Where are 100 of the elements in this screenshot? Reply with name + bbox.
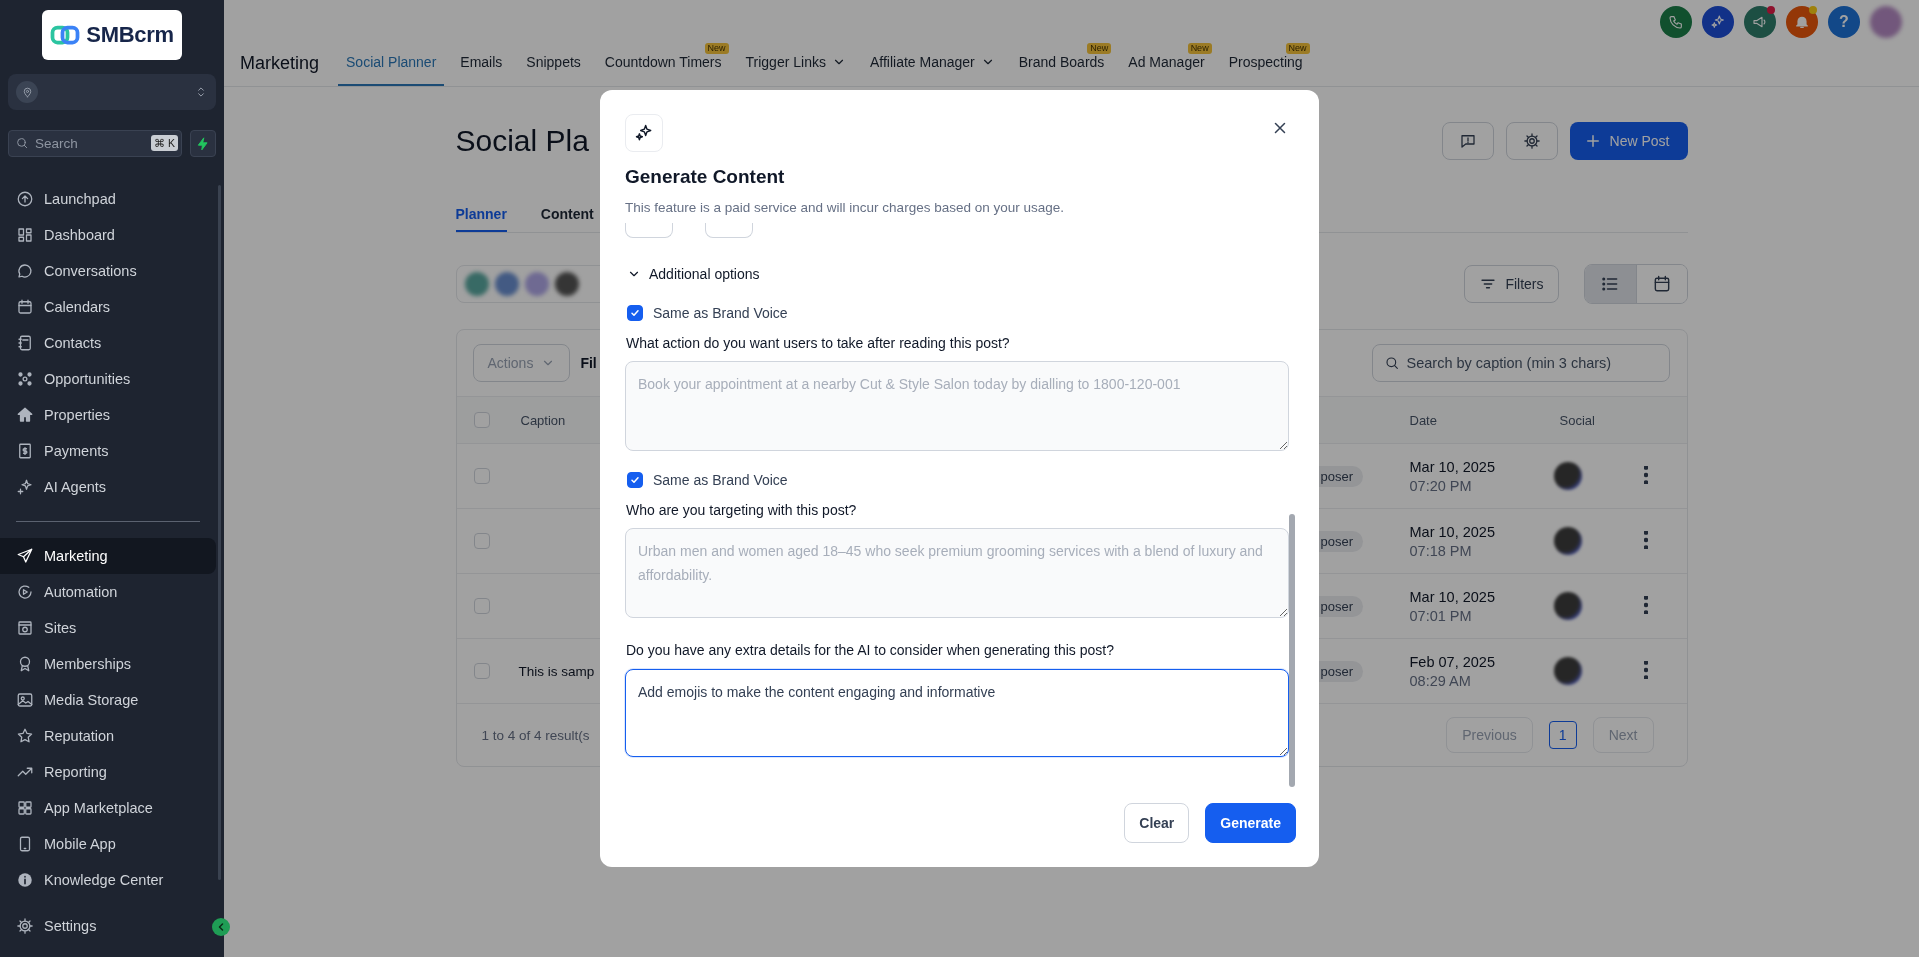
checkbox[interactable]	[627, 305, 643, 321]
nav-tab[interactable]: Affiliate Manager	[861, 40, 1003, 86]
kebab-icon	[1643, 465, 1648, 484]
question-label: Do you have any extra details for the AI to consider when generating this post?	[625, 641, 1115, 660]
play-circle-icon	[16, 583, 34, 601]
date-text: Mar 10, 2025	[1409, 588, 1496, 605]
scrollbar[interactable]	[218, 185, 221, 880]
avatar	[464, 272, 489, 296]
more-button[interactable]	[1643, 660, 1648, 682]
sidebar-item[interactable]: Knowledge Center	[0, 862, 216, 898]
paper-plane-icon	[16, 547, 34, 565]
time-text: 08:29 AM	[1409, 672, 1472, 689]
time-text: 07:01 PM	[1409, 607, 1473, 624]
announcements-button[interactable]	[1744, 6, 1776, 38]
generate-button[interactable]: Generate	[1205, 803, 1296, 843]
avatar	[1553, 527, 1582, 555]
view-toggle[interactable]	[1584, 265, 1636, 303]
sidebar-item[interactable]: Automation	[0, 574, 216, 610]
avatar	[494, 272, 519, 296]
browser-window-icon	[16, 619, 34, 637]
dialog-subtitle: This feature is a paid service and will incur charges based on your usage.	[625, 199, 1065, 217]
sidebar-item[interactable]: Settings	[0, 908, 216, 944]
feedback-icon	[1458, 132, 1477, 150]
sidebar-item[interactable]: Reputation	[0, 718, 216, 754]
filters-button[interactable]: Filters	[1464, 265, 1559, 303]
grid-icon	[16, 226, 34, 244]
info-icon	[16, 871, 34, 889]
kebab-icon	[1643, 595, 1648, 614]
sidebar-item[interactable]: Memberships	[0, 646, 216, 682]
column-header: Social	[1559, 412, 1596, 428]
table-cell-text: This is samp	[518, 663, 596, 679]
status-tag: poser	[1318, 660, 1364, 682]
more-button[interactable]	[1643, 465, 1648, 487]
sidebar-item[interactable]: Media Storage	[0, 682, 216, 718]
sidebar-item[interactable]: Dashboard	[0, 217, 216, 253]
logo[interactable]: SMBcrm	[42, 10, 182, 60]
avatar	[1553, 592, 1582, 620]
nav-tab[interactable]: New Countdown Timers	[596, 40, 730, 86]
more-button[interactable]	[1643, 595, 1648, 617]
nav-tab[interactable]: New Brand Boards	[1010, 40, 1113, 86]
location-switcher[interactable]	[8, 74, 216, 110]
star-icon	[16, 727, 34, 745]
nav-tab[interactable]: New Prospecting	[1220, 40, 1311, 86]
collapse-button[interactable]	[212, 918, 230, 936]
sidebar-item[interactable]: App Marketplace	[0, 790, 216, 826]
settings-button[interactable]	[1505, 122, 1558, 160]
sparkle-icon	[634, 123, 654, 143]
sidebar-item[interactable]: Sites	[0, 610, 216, 646]
lightning-icon	[196, 136, 210, 151]
search-icon	[1383, 355, 1400, 371]
scrollbar[interactable]	[1289, 514, 1295, 787]
sparkle-icon	[16, 478, 34, 496]
dialog-title: Generate Content	[625, 166, 786, 188]
search-icon	[15, 136, 29, 150]
nav-tab[interactable]: New Ad Manager	[1120, 40, 1213, 86]
nav-tab[interactable]: Trigger Links	[737, 40, 854, 86]
sidebar-item[interactable]: Conversations	[0, 253, 216, 289]
view-toggle[interactable]	[1635, 265, 1687, 303]
question-label: Who are you targeting with this post?	[625, 501, 858, 520]
tab[interactable]: Content	[540, 200, 594, 232]
sidebar-item[interactable]: Mobile App	[0, 826, 216, 862]
sidebar-item[interactable]: Opportunities	[0, 361, 216, 397]
phone-button[interactable]	[1660, 6, 1692, 38]
help-button[interactable]: ?	[1828, 6, 1860, 38]
megaphone-icon	[1752, 14, 1768, 30]
sidebar-item[interactable]: Contacts	[0, 325, 216, 361]
ai-button[interactable]	[1702, 6, 1734, 38]
avatar	[554, 272, 579, 296]
sidebar-item[interactable]: Marketing	[0, 538, 216, 574]
shortcut-key: ⌘ K	[151, 135, 178, 151]
tab[interactable]: Planner	[455, 200, 507, 232]
sidebar-item[interactable]: Launchpad	[0, 181, 216, 217]
status-tag: poser	[1318, 595, 1364, 617]
sidebar-item[interactable]: AI Agents	[0, 469, 216, 505]
sidebar-item[interactable]: Reporting	[0, 754, 216, 790]
feedback-button[interactable]	[1441, 122, 1494, 160]
nav-tab[interactable]: Snippets	[518, 40, 589, 86]
notifications-button[interactable]	[1786, 6, 1818, 38]
dollar-document-icon	[16, 442, 34, 460]
quick-action-button[interactable]	[190, 130, 216, 157]
dots-icon	[16, 370, 34, 388]
avatar[interactable]	[1870, 6, 1902, 38]
nav-tab[interactable]: Emails	[452, 40, 511, 86]
new-post-button[interactable]: New Post	[1569, 122, 1688, 160]
question-label: What action do you want users to take after reading this post?	[625, 334, 1011, 353]
additional-options-toggle[interactable]: Additional options	[625, 264, 760, 284]
sidebar-item[interactable]: Calendars	[0, 289, 216, 325]
sidebar-item[interactable]: Properties	[0, 397, 216, 433]
checkbox[interactable]	[627, 472, 643, 488]
results-summary: 1 to 4 of 4 result(s	[481, 727, 591, 743]
avatar	[524, 272, 549, 296]
more-button[interactable]	[1643, 530, 1648, 552]
nav-tab[interactable]: Social Planner	[338, 40, 445, 86]
column-header: Caption	[520, 412, 567, 428]
page-button[interactable]: 1	[1548, 721, 1577, 749]
sidebar-item[interactable]: Payments	[0, 433, 216, 469]
house-icon	[16, 406, 34, 424]
clear-button[interactable]: Clear	[1124, 803, 1190, 843]
avatar	[1553, 657, 1582, 685]
answer-field[interactable]: Add emojis to make the content engaging and informative	[625, 669, 1289, 757]
